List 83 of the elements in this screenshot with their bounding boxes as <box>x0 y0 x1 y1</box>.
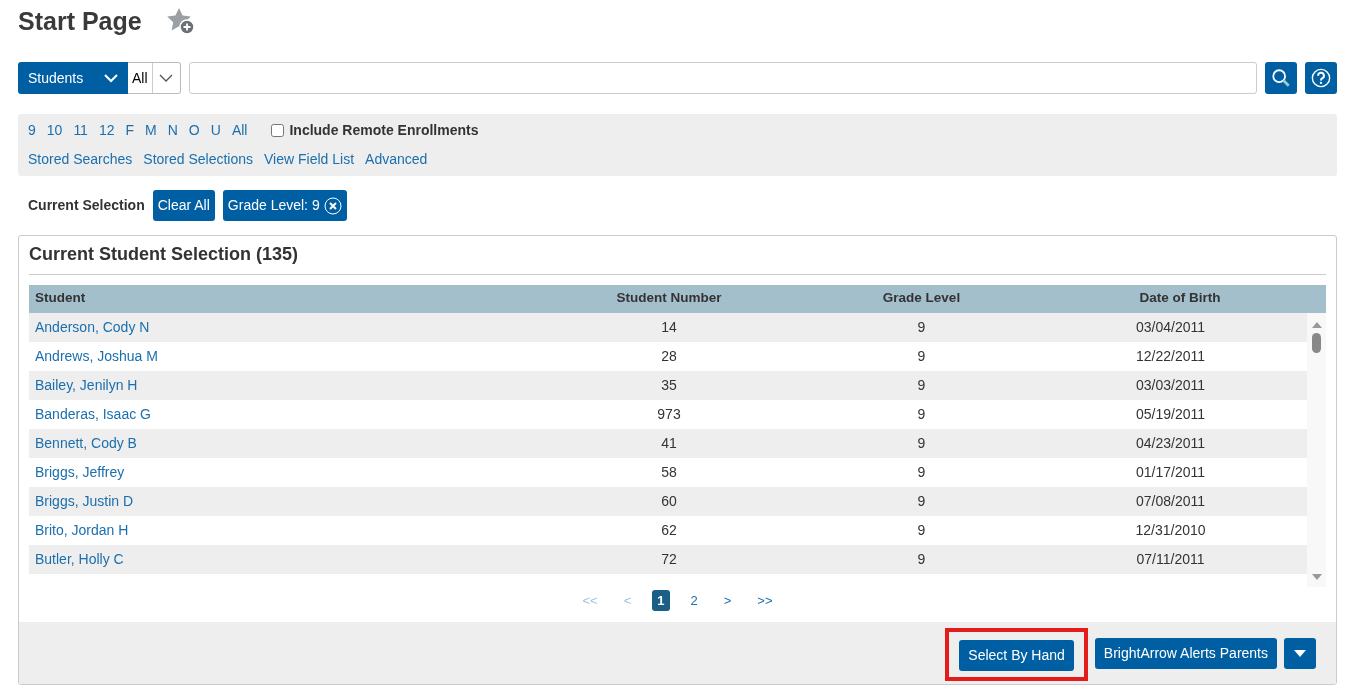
table-cell-text: 01/17/2011 <box>1135 462 1206 482</box>
action-button[interactable]: Select By Hand <box>959 639 1074 671</box>
caret-down-icon <box>1294 650 1306 658</box>
column-header: Date of Birth <box>1138 289 1222 308</box>
filter-link[interactable]: M <box>145 120 157 141</box>
page-link[interactable]: 2 <box>685 589 703 612</box>
table-cell-text: 9 <box>916 549 927 569</box>
remote-enrollments-checkbox[interactable] <box>271 124 285 137</box>
chevron-down-icon <box>159 73 174 83</box>
table-cell-text: 9 <box>916 404 927 424</box>
clear-all-button[interactable]: Clear All <box>152 190 215 221</box>
filter-link[interactable]: O <box>188 120 200 141</box>
filter-link[interactable]: 10 <box>46 120 63 141</box>
search-field[interactable] <box>188 62 1257 94</box>
table-cell-text: 12/22/2011 <box>1135 346 1206 366</box>
scrollbar-thumb[interactable] <box>1312 332 1321 353</box>
page-link[interactable]: > <box>718 589 737 612</box>
table-cell-text: 07/11/2011 <box>1135 549 1206 569</box>
table-cell-text: 62 <box>660 520 678 540</box>
student-link[interactable]: Andrews, Joshua M <box>35 347 158 364</box>
student-link[interactable]: Brito, Jordan H <box>35 521 129 538</box>
table-cell-text: 07/08/2011 <box>1135 491 1206 511</box>
filter-link[interactable]: 11 <box>73 120 88 141</box>
table-cell-text: 72 <box>660 549 678 569</box>
page-link[interactable]: >> <box>752 589 778 612</box>
table-cell-text: 9 <box>916 520 927 540</box>
table-cell-text: 12/31/2010 <box>1134 520 1207 540</box>
filter-link[interactable]: Stored Searches <box>28 149 133 170</box>
help-button[interactable] <box>1305 62 1337 94</box>
filter-link[interactable]: N <box>167 120 178 141</box>
table-cell-text: 03/04/2011 <box>1135 317 1206 337</box>
page-link[interactable]: 1 <box>652 589 670 612</box>
filter-link[interactable]: U <box>210 120 221 141</box>
filter-link[interactable]: Stored Selections <box>143 149 254 170</box>
filter-link[interactable]: All <box>231 120 248 141</box>
table-cell-text: 9 <box>916 375 927 395</box>
table-cell-text: 41 <box>660 433 678 453</box>
table-cell-text: 28 <box>660 346 678 366</box>
student-link[interactable]: Anderson, Cody N <box>35 318 150 335</box>
filter-link[interactable]: Advanced <box>365 149 428 170</box>
student-link[interactable]: Banderas, Isaac G <box>35 405 151 422</box>
table-cell-text: 9 <box>916 491 927 511</box>
scope-select[interactable]: All <box>128 62 181 94</box>
scroll-up-icon[interactable] <box>1311 320 1322 329</box>
panel-title: Current Student Selection (135) <box>29 236 1326 275</box>
type-select[interactable]: Students <box>18 62 128 94</box>
remove-icon[interactable] <box>323 196 342 215</box>
help-icon <box>1311 67 1331 89</box>
student-link[interactable]: Butler, Holly C <box>35 550 124 567</box>
dropdown-caret-button[interactable] <box>1284 637 1316 669</box>
page-title: Start Page <box>18 6 142 36</box>
column-header: Student <box>34 289 87 308</box>
filter-link[interactable]: F <box>125 120 135 141</box>
student-link[interactable]: Briggs, Justin D <box>35 492 134 509</box>
student-link[interactable]: Bailey, Jenilyn H <box>35 376 138 393</box>
table-cell-text: 14 <box>660 317 678 337</box>
action-button[interactable]: BrightArrow Alerts Parents <box>1094 637 1277 669</box>
column-header: Student Number <box>615 289 723 308</box>
table-cell-text: 9 <box>916 346 927 366</box>
current-selection-label: Current Selection <box>28 196 145 215</box>
checkbox-label: Include Remote Enrollments <box>289 121 479 140</box>
chevron-down-icon <box>104 74 118 84</box>
scroll-down-icon[interactable] <box>1311 572 1322 581</box>
search-button[interactable] <box>1265 62 1297 94</box>
search-icon <box>1271 67 1291 89</box>
student-link[interactable]: Briggs, Jeffrey <box>35 463 125 480</box>
table-cell-text: 9 <box>916 433 927 453</box>
table-cell-text: 35 <box>660 375 678 395</box>
table-cell-text: 9 <box>916 317 927 337</box>
filter-link[interactable]: 12 <box>98 120 115 141</box>
table-cell-text: 58 <box>660 462 678 482</box>
table-cell-text: 03/03/2011 <box>1135 375 1206 395</box>
table-cell-text: 05/19/2011 <box>1135 404 1206 424</box>
table-cell-text: 60 <box>660 491 678 511</box>
filter-link[interactable]: 9 <box>28 120 36 141</box>
table-cell-text: 04/23/2011 <box>1135 433 1206 453</box>
student-link[interactable]: Bennett, Cody B <box>35 434 137 451</box>
filter-chip[interactable]: Grade Level: 9 <box>222 190 347 221</box>
table-cell-text: 973 <box>656 404 682 424</box>
favorite-add-icon[interactable] <box>165 7 196 35</box>
filter-link[interactable]: View Field List <box>264 149 355 170</box>
column-header: Grade Level <box>881 289 962 308</box>
table-cell-text: 9 <box>916 462 927 482</box>
